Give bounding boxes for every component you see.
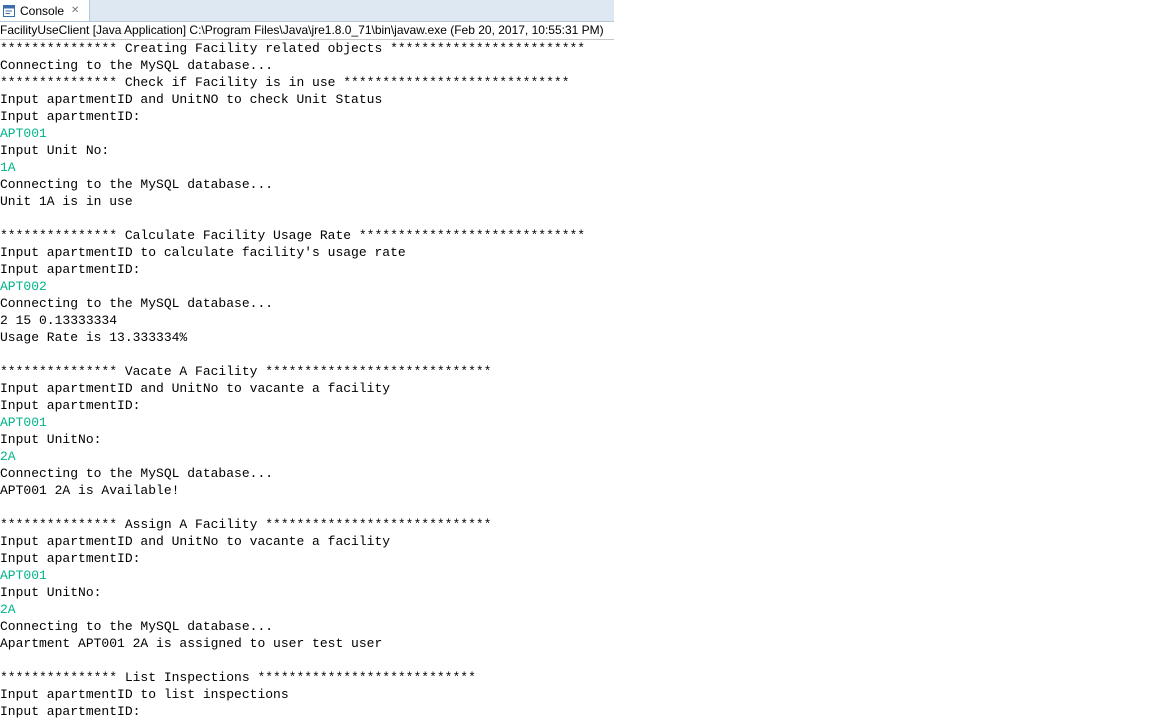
console-output-line: Input apartmentID to calculate facility'…	[0, 245, 406, 260]
console-input-line: 2A	[0, 449, 16, 464]
console-input-line: APT001	[0, 568, 47, 583]
console-output-line: *************** Creating Facility relate…	[0, 41, 586, 56]
console-output-line: Connecting to the MySQL database...	[0, 177, 274, 192]
console-output-line: Input apartmentID:	[0, 551, 141, 566]
close-icon[interactable]: ✕	[71, 5, 79, 16]
console-output-line: Input apartmentID:	[0, 109, 141, 124]
view-tab-bar: Console ✕	[0, 0, 614, 22]
console-output-line: Input UnitNo:	[0, 585, 102, 600]
console-output-line: Input apartmentID:	[0, 704, 141, 719]
console-output-line: Input apartmentID:	[0, 262, 141, 277]
console-output-line: Input apartmentID and UnitNo to vacante …	[0, 381, 391, 396]
tab-console-label: Console	[20, 3, 65, 18]
tab-console[interactable]: Console ✕	[0, 0, 90, 21]
console-output-line: *************** Check if Facility is in …	[0, 75, 570, 90]
console-output-line: Input apartmentID to list inspections	[0, 687, 289, 702]
console-input-line: APT002	[0, 279, 47, 294]
console-output-line: *************** List Inspections *******…	[0, 670, 476, 685]
console-output-line: Input Unit No:	[0, 143, 110, 158]
console-output-line: Connecting to the MySQL database...	[0, 296, 274, 311]
console-input-line: 1A	[0, 160, 16, 175]
console-output-line: *************** Assign A Facility ******…	[0, 517, 492, 532]
console-output-line: Input apartmentID:	[0, 398, 141, 413]
console-output-line: Unit 1A is in use	[0, 194, 133, 209]
console-output-line: 2 15 0.13333334	[0, 313, 118, 328]
console-input-line: 2A	[0, 602, 16, 617]
launch-description: FacilityUseClient [Java Application] C:\…	[0, 22, 614, 40]
console-output-line: *************** Vacate A Facility ******…	[0, 364, 492, 379]
console-input-line: APT001	[0, 126, 47, 141]
console-output-line: Connecting to the MySQL database...	[0, 466, 274, 481]
console-output-line: *************** Calculate Facility Usage…	[0, 228, 586, 243]
console-output-line: Input apartmentID and UnitNO to check Un…	[0, 92, 383, 107]
console-output-line: Connecting to the MySQL database...	[0, 58, 274, 73]
console-output-line: Input UnitNo:	[0, 432, 102, 447]
console-output-line: Apartment APT001 2A is assigned to user …	[0, 636, 383, 651]
console-output[interactable]: *************** Creating Facility relate…	[0, 40, 1152, 720]
console-input-line: APT001	[0, 415, 47, 430]
console-output-line: Input apartmentID and UnitNo to vacante …	[0, 534, 391, 549]
console-output-line: APT001 2A is Available!	[0, 483, 180, 498]
console-icon	[3, 4, 15, 17]
console-output-line: Connecting to the MySQL database...	[0, 619, 274, 634]
console-output-line: Usage Rate is 13.333334%	[0, 330, 188, 345]
